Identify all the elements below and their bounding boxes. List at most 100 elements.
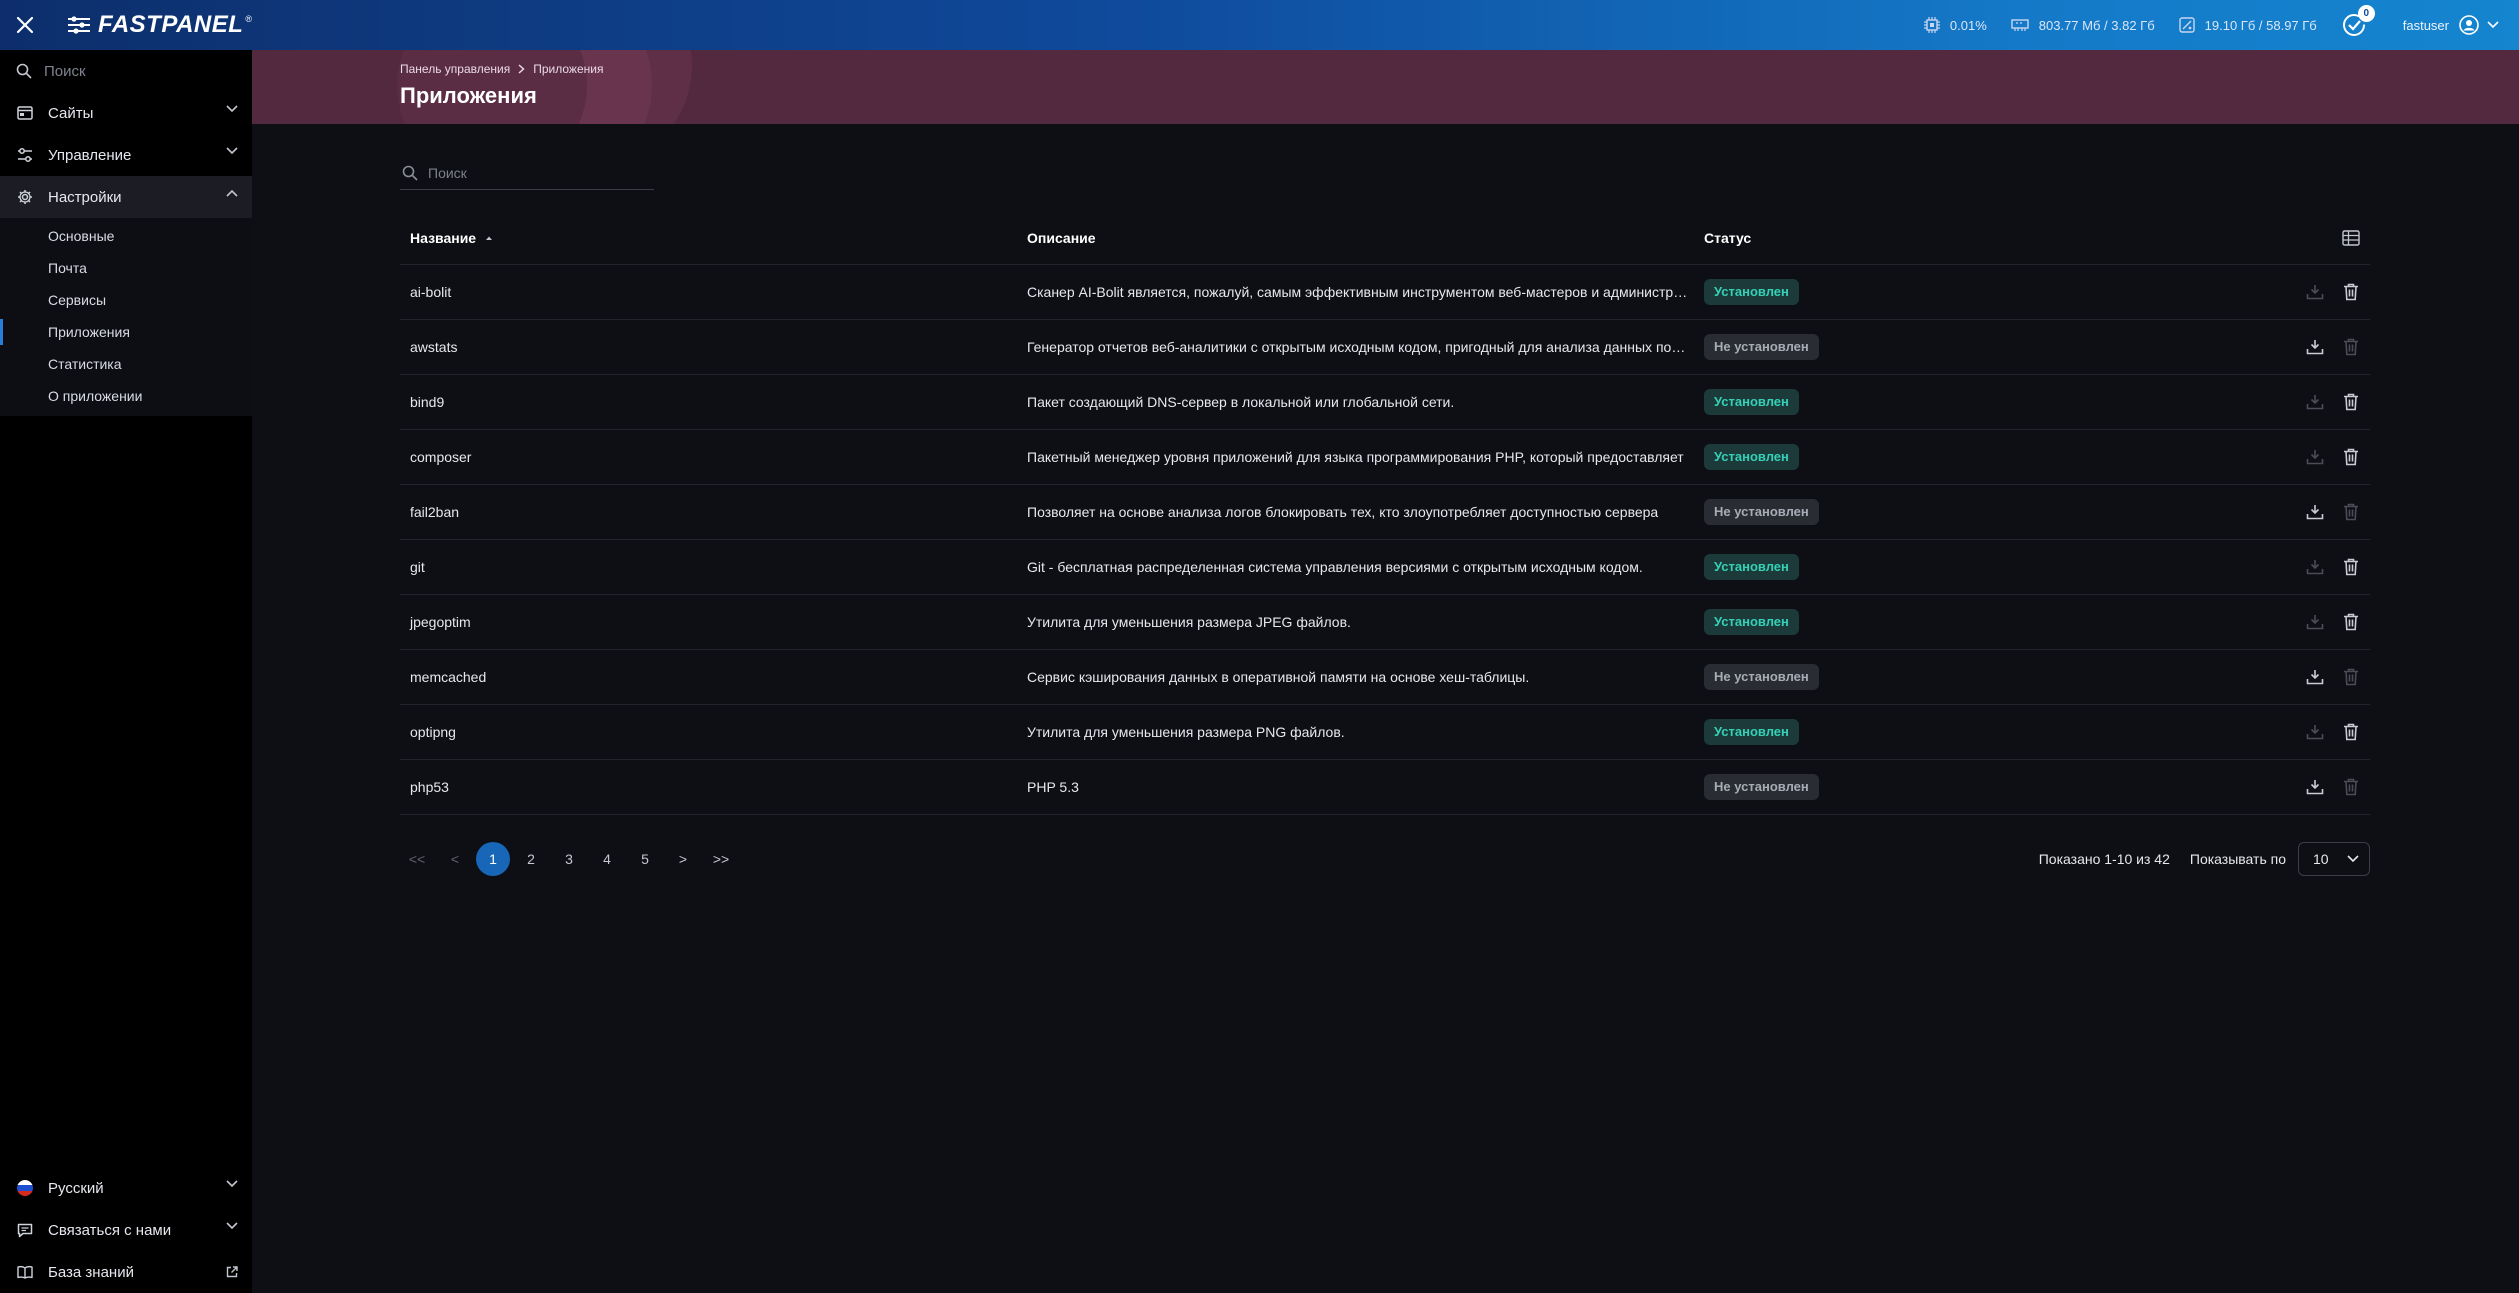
table-row[interactable]: ai-bolit Сканер AI-Bolit является, пожал… (400, 265, 2370, 320)
status-badge: Не установлен (1704, 774, 1819, 800)
table-row[interactable]: composer Пакетный менеджер уровня прилож… (400, 430, 2370, 485)
delete-button[interactable] (2338, 719, 2364, 745)
delete-button[interactable] (2338, 389, 2364, 415)
table-row[interactable]: bind9 Пакет создающий DNS-сервер в локал… (400, 375, 2370, 430)
apps-search[interactable] (400, 156, 654, 190)
table-row[interactable]: fail2ban Позволяет на основе анализа лог… (400, 485, 2370, 540)
applications-table: Название Описание Статус ai-bolit Сканер… (400, 211, 2370, 815)
sidebar-subitem-statistics[interactable]: Статистика (0, 348, 252, 380)
install-button[interactable] (2302, 609, 2328, 635)
trash-icon (2344, 613, 2358, 631)
page-4-button[interactable]: 4 (590, 842, 624, 876)
chevron-down-icon (226, 1222, 238, 1230)
install-button[interactable] (2302, 719, 2328, 745)
status-cell: Не установлен (1704, 774, 2264, 800)
sidebar-item-settings[interactable]: Настройки (0, 176, 252, 218)
app-description: Генератор отчетов веб-аналитики с открыт… (1027, 339, 1704, 355)
delete-button[interactable] (2338, 444, 2364, 470)
page-3-button[interactable]: 3 (552, 842, 586, 876)
per-page-label: Показывать по (2189, 851, 2286, 867)
knowledge-base-link[interactable]: База знаний (0, 1251, 252, 1293)
table-row[interactable]: memcached Сервис кэширования данных в оп… (400, 650, 2370, 705)
page-2-button[interactable]: 2 (514, 842, 548, 876)
status-cell: Установлен (1704, 719, 2264, 745)
sidebar-item-label: Настройки (48, 188, 122, 206)
columns-settings-button[interactable] (2338, 225, 2364, 251)
delete-button[interactable] (2338, 774, 2364, 800)
row-actions (2264, 664, 2370, 690)
external-link-icon (226, 1266, 238, 1278)
contact-us-item[interactable]: Связаться с нами (0, 1209, 252, 1251)
prev-page-button[interactable]: < (438, 842, 472, 876)
app-name: memcached (410, 669, 487, 685)
sidebar-subitem-mail[interactable]: Почта (0, 252, 252, 284)
pagination-info: Показано 1-10 из 42 Показывать по 10 (2039, 842, 2370, 876)
install-button[interactable] (2302, 279, 2328, 305)
install-button[interactable] (2302, 499, 2328, 525)
user-menu[interactable]: fastuser (2403, 15, 2499, 35)
page-1-button[interactable]: 1 (476, 842, 510, 876)
sidebar-item-label: Управление (48, 146, 132, 164)
sidebar-search[interactable]: Поиск (0, 50, 252, 92)
column-name[interactable]: Название (400, 230, 1027, 246)
sidebar-item-management[interactable]: Управление (0, 134, 252, 176)
status-cell: Установлен (1704, 389, 2264, 415)
status-badge: Установлен (1704, 444, 1799, 470)
trash-icon (2344, 668, 2358, 686)
status-badge: Установлен (1704, 389, 1799, 415)
chevron-right-icon (518, 64, 525, 74)
per-page-select[interactable]: 10 (2298, 842, 2370, 876)
delete-button[interactable] (2338, 554, 2364, 580)
sidebar-subitem-general[interactable]: Основные (0, 220, 252, 252)
delete-button[interactable] (2338, 609, 2364, 635)
column-name-label: Название (410, 229, 477, 246)
language-selector[interactable]: Русский (0, 1167, 252, 1209)
first-page-button[interactable]: << (400, 842, 434, 876)
breadcrumb-root[interactable]: Панель управления (400, 62, 510, 76)
sidebar-subitem-services[interactable]: Сервисы (0, 284, 252, 316)
table-row[interactable]: jpegoptim Утилита для уменьшения размера… (400, 595, 2370, 650)
install-icon (2306, 780, 2324, 795)
search-icon (16, 63, 32, 79)
last-page-button[interactable]: >> (704, 842, 738, 876)
notifications-button[interactable]: 0 (2341, 5, 2375, 38)
install-button[interactable] (2302, 389, 2328, 415)
install-icon (2306, 560, 2324, 575)
delete-button[interactable] (2338, 664, 2364, 690)
app-description: Позволяет на основе анализа логов блокир… (1027, 504, 1659, 520)
table-row[interactable]: git Git - бесплатная распределенная сист… (400, 540, 2370, 595)
sidebar-subitem-about[interactable]: О приложении (0, 380, 252, 412)
row-actions (2264, 389, 2370, 415)
status-badge: Установлен (1704, 609, 1799, 635)
sidebar-subitem-applications[interactable]: Приложения (0, 316, 252, 348)
delete-button[interactable] (2338, 279, 2364, 305)
cpu-icon (1923, 17, 1940, 33)
sidebar-item-sites[interactable]: Сайты (0, 92, 252, 134)
install-button[interactable] (2302, 774, 2328, 800)
logo[interactable]: FASTPANEL ® (66, 11, 252, 39)
install-button[interactable] (2302, 554, 2328, 580)
sidebar: Поиск Сайты Управление Настройки Основны… (0, 50, 252, 1293)
app-name: jpegoptim (410, 614, 471, 630)
page-5-button[interactable]: 5 (628, 842, 662, 876)
status-cell: Не установлен (1704, 499, 2264, 525)
install-button[interactable] (2302, 444, 2328, 470)
table-row[interactable]: optipng Утилита для уменьшения размера P… (400, 705, 2370, 760)
close-menu-button[interactable] (0, 0, 50, 50)
app-name: optipng (410, 724, 456, 740)
sites-icon (17, 106, 33, 120)
install-button[interactable] (2302, 664, 2328, 690)
search-input[interactable] (428, 164, 648, 181)
install-icon (2306, 285, 2324, 300)
install-button[interactable] (2302, 334, 2328, 360)
breadcrumb: Панель управления Приложения (400, 62, 603, 76)
table-row[interactable]: awstats Генератор отчетов веб-аналитики … (400, 320, 2370, 375)
table-row[interactable]: php53 PHP 5.3 Не установлен (400, 760, 2370, 815)
status-cell: Установлен (1704, 444, 2264, 470)
per-page-value: 10 (2313, 851, 2329, 867)
delete-button[interactable] (2338, 334, 2364, 360)
book-icon (17, 1266, 33, 1279)
logo-registered-mark: ® (245, 14, 253, 24)
next-page-button[interactable]: > (666, 842, 700, 876)
delete-button[interactable] (2338, 499, 2364, 525)
